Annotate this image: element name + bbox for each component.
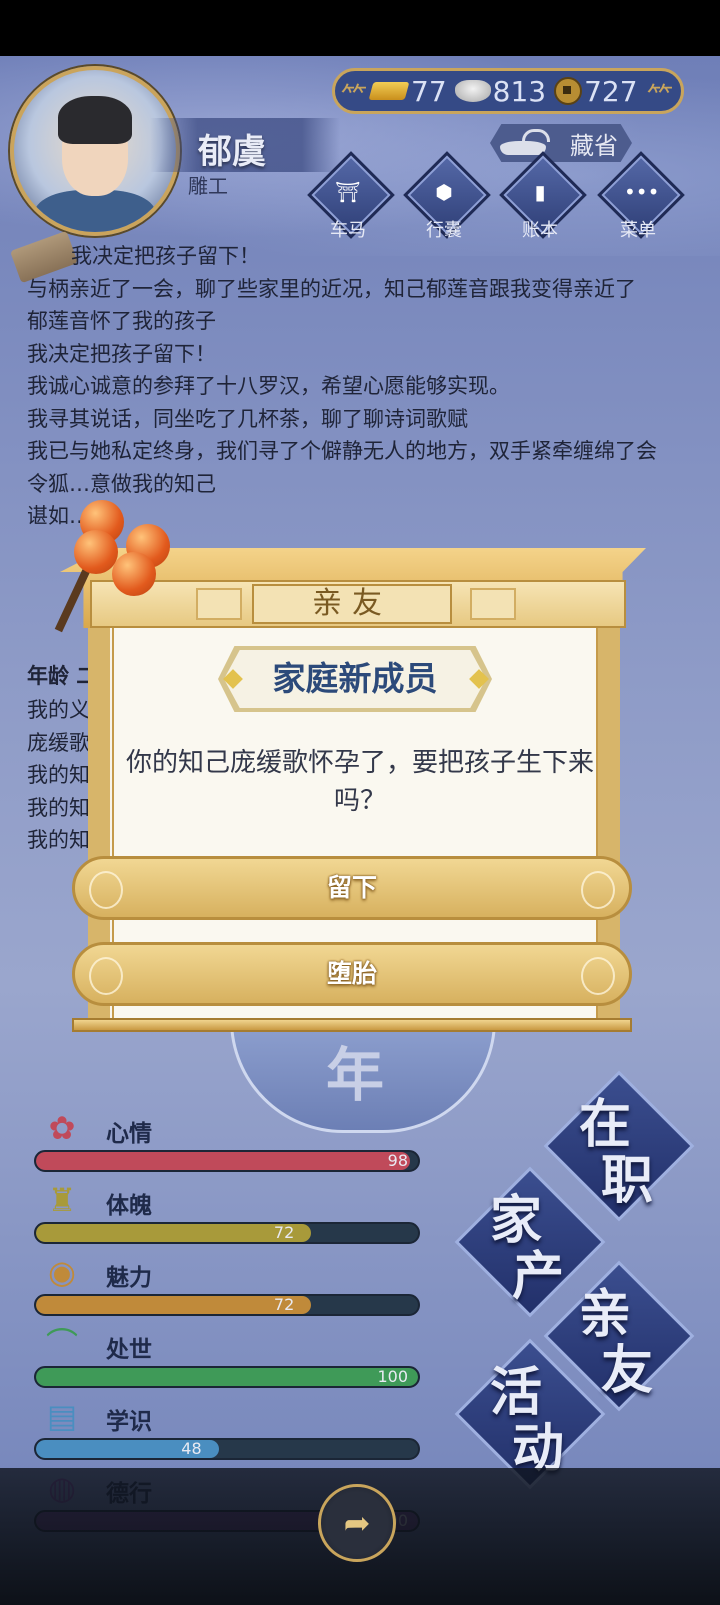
avatar-robe bbox=[34, 190, 156, 232]
books-icon: ▤ bbox=[46, 1397, 78, 1435]
log-line: 郁莲音怀了我的孩子 bbox=[27, 309, 216, 333]
menu-ledger-button[interactable]: ▮ 账本 bbox=[499, 151, 587, 242]
hat-icon: ⌒ bbox=[45, 1325, 78, 1363]
stat-bar-fill bbox=[36, 1296, 312, 1314]
log-line: 与柄亲近了一会，聊了些家里的近况，知己郁莲音跟我变得亲近了 bbox=[27, 276, 636, 301]
stat-label: 体魄 bbox=[106, 1193, 152, 1219]
hide-button-label: 藏省 bbox=[570, 131, 618, 160]
candied-fruit-icon bbox=[112, 552, 156, 596]
log-line: 我决定把孩子留下！ bbox=[27, 341, 216, 366]
menu-bag-label: 行囊 bbox=[426, 220, 462, 241]
log-line: 令狐…意做我的知己 bbox=[27, 471, 216, 496]
dialog-title: 家庭新成员 bbox=[272, 659, 438, 698]
jade-icon: ◉ bbox=[48, 1253, 76, 1291]
menu-more-button[interactable]: ••• 菜单 bbox=[597, 151, 685, 242]
gold-amount: 77 bbox=[411, 74, 447, 108]
stat-bar: 72 bbox=[34, 1294, 420, 1316]
stat-label: 处世 bbox=[106, 1337, 152, 1363]
menu-more-label: 菜单 bbox=[620, 220, 656, 241]
silver-amount: 813 bbox=[492, 74, 547, 108]
ledger-glyph: ▮ bbox=[534, 180, 546, 204]
status-bar bbox=[0, 0, 720, 56]
abort-button[interactable]: 堕胎 bbox=[72, 942, 632, 1006]
hide-button[interactable]: 藏省 bbox=[490, 124, 632, 162]
tile-relatives-char-2: 友 bbox=[601, 1341, 654, 1401]
log-line: 我已与她私定终身，我们寻了个僻静无人的地方，双手紧牵缠绵了会 bbox=[27, 439, 657, 463]
log-line: 谌如… bbox=[27, 504, 90, 528]
stat-value: 98 bbox=[387, 1151, 408, 1170]
tile-job-char-2: 职 bbox=[601, 1151, 654, 1211]
stat-value: 72 bbox=[273, 1295, 295, 1314]
keep-button-label: 留下 bbox=[326, 873, 377, 902]
share-button[interactable]: ➦ bbox=[318, 1484, 396, 1562]
menu-carriage-button[interactable]: ⛩ 车马 bbox=[307, 151, 395, 242]
lantern-icon: ♜ bbox=[47, 1181, 77, 1219]
carriage-glyph: ⛩ bbox=[335, 180, 361, 204]
stat-bar: 48 bbox=[34, 1438, 420, 1460]
stat-bar-fill bbox=[36, 1368, 418, 1386]
stat-bar-fill bbox=[36, 1152, 411, 1170]
currency-bar[interactable]: ⺮ 77 813 727 ⺮ bbox=[332, 68, 684, 114]
stat-bar-fill bbox=[36, 1224, 312, 1242]
bamboo-left-icon: ⺮ bbox=[341, 83, 368, 113]
log-line: 我寻其说话，同坐吃了几杯茶，聊了聊诗词歌赋 bbox=[27, 406, 468, 431]
stat-bar: 72 bbox=[34, 1222, 420, 1244]
abort-button-label: 堕胎 bbox=[326, 959, 377, 988]
player-title: 雕工 bbox=[188, 174, 228, 198]
stat-bar: 98 bbox=[34, 1150, 420, 1172]
stat-value: 48 bbox=[181, 1439, 202, 1458]
stat-label: 学识 bbox=[106, 1409, 152, 1435]
dialog-message: 你的知己庞缓歌怀孕了，要把孩子生下来吗？ bbox=[125, 748, 594, 816]
silver-ingot-icon bbox=[454, 80, 491, 102]
stat-bar: 100 bbox=[34, 1366, 420, 1388]
menu-bag-button[interactable]: ⬢ 行囊 bbox=[403, 151, 491, 242]
keep-button[interactable]: 留下 bbox=[72, 856, 632, 920]
more-glyph: ••• bbox=[624, 180, 660, 204]
copper-coin-icon bbox=[554, 77, 583, 105]
stat-label: 魅力 bbox=[106, 1265, 152, 1291]
stat-label: 心情 bbox=[106, 1121, 152, 1147]
candied-fruit-icon bbox=[74, 530, 118, 574]
avatar-hair bbox=[58, 96, 132, 144]
menu-ledger-label: 账本 bbox=[522, 220, 558, 241]
bag-glyph: ⬢ bbox=[435, 180, 453, 204]
menu-carriage-label: 车马 bbox=[330, 220, 366, 241]
stat-value: 72 bbox=[273, 1223, 295, 1242]
year-label: 年 bbox=[326, 1041, 385, 1109]
dialog-tab-label: 亲友 bbox=[312, 586, 392, 621]
dialog-tab-side-left bbox=[196, 588, 242, 620]
event-log[interactable]: 我决定把孩子留下！ 与柄亲近了一会，聊了些家里的近况，知己郁莲音跟我变得亲近了 … bbox=[27, 240, 687, 533]
silver-currency: 813 bbox=[454, 74, 547, 108]
log-line: 我诚心诚意的参拜了十八罗汉，希望心愿能够实现。 bbox=[27, 374, 510, 398]
dialog-base bbox=[72, 1018, 632, 1032]
coin-currency: 727 bbox=[554, 74, 638, 108]
tile-activity[interactable]: 活 动 bbox=[454, 1338, 606, 1490]
player-name: 郁虞 bbox=[198, 132, 266, 172]
coin-amount: 727 bbox=[584, 74, 638, 108]
dialog-tab-side-right bbox=[470, 588, 516, 620]
gold-currency: 77 bbox=[368, 74, 447, 108]
flower-icon: ✿ bbox=[48, 1109, 76, 1147]
stat-value: 100 bbox=[377, 1367, 408, 1386]
log-age-heading: 年龄 二 bbox=[27, 664, 98, 688]
bamboo-right-icon: ⺮ bbox=[647, 83, 674, 113]
gold-ingot-icon bbox=[368, 82, 410, 100]
share-icon: ➦ bbox=[343, 1504, 371, 1542]
log-line: 我决定把孩子留下！ bbox=[71, 244, 260, 268]
